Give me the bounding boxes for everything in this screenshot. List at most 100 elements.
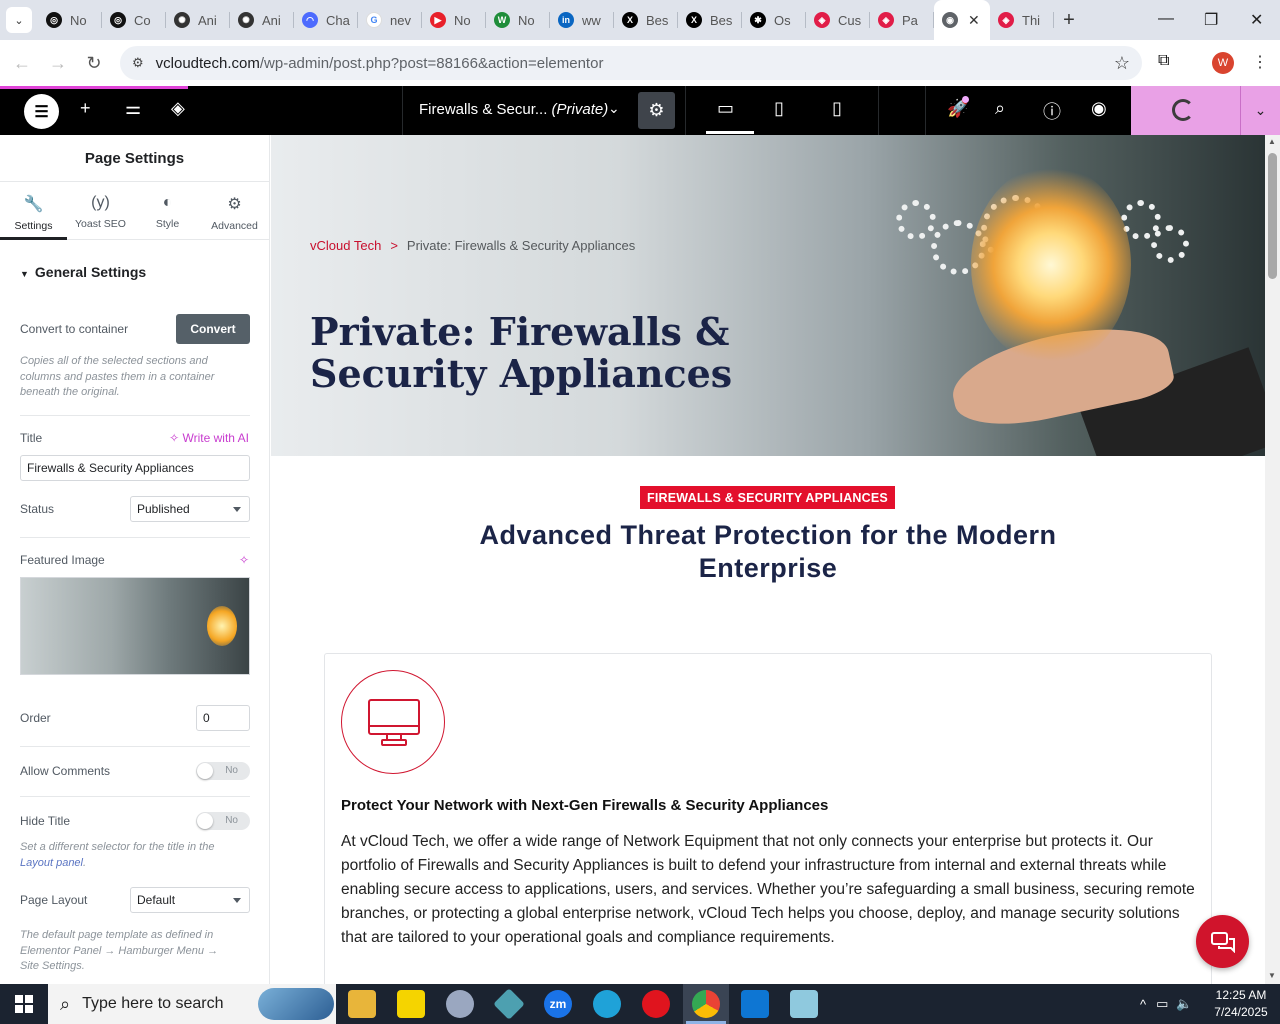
taskbar-search-box[interactable]: ⌕ Type here to search [48,984,336,1024]
browser-tab[interactable]: X Bes [614,0,678,40]
chevron-up-icon[interactable]: ^ [1140,997,1146,1012]
search-icon[interactable]: ⌕ [995,98,1005,119]
title-label: Title [20,431,43,445]
scroll-up-icon[interactable]: ▲ [1268,137,1276,146]
opera-browser-icon[interactable] [642,990,670,1018]
app-icon[interactable] [493,988,525,1020]
document-title[interactable]: Firewalls & Secur... (Private) [419,101,608,118]
layout-panel-link[interactable]: Layout panel [20,857,83,869]
status-label: Status [20,502,55,516]
tab-search-button[interactable]: ⌄ [6,7,32,33]
app-icon[interactable] [446,990,474,1018]
browser-menu-icon[interactable]: ⋮ [1252,52,1268,72]
back-icon[interactable]: ← [4,53,40,74]
browser-tab[interactable]: W No [486,0,550,40]
browser-tab[interactable]: ✱ Os [742,0,806,40]
forward-icon[interactable]: → [40,53,76,74]
desktop-device-icon[interactable]: ▭ [717,98,734,119]
close-window-icon[interactable]: ✕ [1250,10,1263,30]
browser-tab[interactable]: ◎ No [38,0,102,40]
panel-tab-style[interactable]: ◐ Style [134,182,201,239]
browser-tab[interactable]: ◈ Pa [870,0,934,40]
browser-tab[interactable]: ◠ Cha [294,0,358,40]
address-bar[interactable]: ⚙ vcloudtech.com/wp-admin/post.php?post=… [120,46,1142,80]
minimize-icon[interactable]: — [1158,10,1174,28]
featured-image-thumbnail[interactable] [20,577,250,675]
divider [685,86,686,135]
close-tab-icon[interactable]: ✕ [968,12,980,29]
hide-title-toggle[interactable]: No [196,812,250,830]
ai-sparkle-icon[interactable]: ✧ [239,553,249,567]
general-settings-section-toggle[interactable]: ▼ General Settings [0,240,269,292]
extensions-icon[interactable]: ⧉ [1158,52,1169,70]
panel-tab-yoast-seo[interactable]: (y) Yoast SEO [67,182,134,239]
tabs-container: ◎ No ◎ Co ✺ Ani ✺ Ani ◠ Cha Gnev ▶ No W No in ww X Bes X Bes… [38,0,1054,40]
chrome-browser-icon[interactable] [692,990,720,1018]
reload-icon[interactable]: ↻ [76,53,112,74]
edge-browser-icon[interactable] [593,990,621,1018]
tab-favicon-icon: ◎ [110,12,126,28]
scroll-down-icon[interactable]: ▼ [1268,971,1276,980]
restore-icon[interactable]: ❐ [1204,10,1218,30]
bookmark-star-icon[interactable]: ☆ [1114,53,1130,74]
browser-tab[interactable]: in ww [550,0,614,40]
system-clock[interactable]: 12:25 AM 7/24/2025 [1206,987,1276,1021]
help-icon[interactable]: ⓘ [1043,98,1061,124]
page-settings-gear-icon[interactable]: ⚙ [638,92,675,129]
allow-comments-toggle[interactable]: No [196,762,250,780]
browser-tab[interactable]: ◈ Cus [806,0,870,40]
start-button[interactable] [0,984,48,1024]
browser-tab[interactable]: ◉ ✕ [934,0,990,40]
elementor-logo-icon[interactable]: ☰ [24,94,59,129]
new-tab-button[interactable]: + [1054,9,1084,32]
title-input[interactable]: Firewalls & Security Appliances [20,455,250,481]
app-icon[interactable] [790,990,818,1018]
sticky-notes-icon[interactable] [397,990,425,1018]
site-info-icon[interactable]: ⚙ [132,55,144,71]
browser-tab[interactable]: X Bes [678,0,742,40]
zoom-app-icon[interactable]: zm [544,990,572,1018]
vscode-icon[interactable] [741,990,769,1018]
content-card: Protect Your Network with Next-Gen Firew… [324,653,1212,984]
browser-tab[interactable]: ▶ No [422,0,486,40]
chat-widget-button[interactable] [1196,915,1249,968]
breadcrumb-home-link[interactable]: vCloud Tech [310,238,381,253]
scrollbar-thumb[interactable] [1268,153,1277,279]
browser-tab[interactable]: ✺ Ani [230,0,294,40]
publish-options-chevron-icon[interactable]: ⌄ [1240,86,1280,135]
browser-tab[interactable]: ◈ Thi [990,0,1054,40]
profile-avatar[interactable]: W [1212,52,1234,74]
toggle-text: No [225,765,238,776]
network-icon[interactable]: ▭ [1156,996,1168,1012]
browser-tab[interactable]: ✺ Ani [166,0,230,40]
browser-tab[interactable]: ◎ Co [102,0,166,40]
monitor-icon [341,670,445,774]
panel-tab-advanced[interactable]: ⚙ Advanced [201,182,268,239]
structure-layers-icon[interactable]: ◈ [171,98,185,119]
order-input[interactable]: 0 [196,705,250,731]
breadcrumb: vCloud Tech > Private: Firewalls & Securit… [310,238,635,253]
tab-favicon-icon: ◈ [998,12,1014,28]
site-settings-icon[interactable]: ⚌ [125,98,141,119]
write-with-ai-link[interactable]: ✧ Write with AI [169,431,249,445]
volume-icon[interactable]: 🔈 [1176,996,1192,1012]
category-badge: FIREWALLS & SECURITY APPLIANCES [640,486,895,509]
page-title: Private: Firewalls & Security Appliances [310,309,733,396]
panel-tab-settings[interactable]: 🔧 Settings [0,182,67,240]
browser-tab[interactable]: Gnev [358,0,422,40]
toggle-text: No [225,815,238,826]
active-device-indicator [706,131,754,134]
chevron-down-icon[interactable]: ⌄ [608,100,620,117]
convert-button[interactable]: Convert [176,314,250,344]
add-element-icon[interactable]: + [80,98,91,119]
file-explorer-icon[interactable] [348,990,376,1018]
mobile-device-icon[interactable]: ▯ [832,98,842,119]
preview-eye-icon[interactable]: ◉ [1091,98,1107,119]
tablet-device-icon[interactable]: ▯ [774,98,784,119]
canvas-scrollbar[interactable]: ▲ ▼ [1265,135,1280,984]
status-select[interactable]: Published [130,496,250,522]
hide-title-label: Hide Title [20,814,71,828]
url-site: vcloudtech.com [155,54,260,72]
page-layout-select[interactable]: Default [130,887,250,913]
tab-favicon-icon: ✱ [750,12,766,28]
